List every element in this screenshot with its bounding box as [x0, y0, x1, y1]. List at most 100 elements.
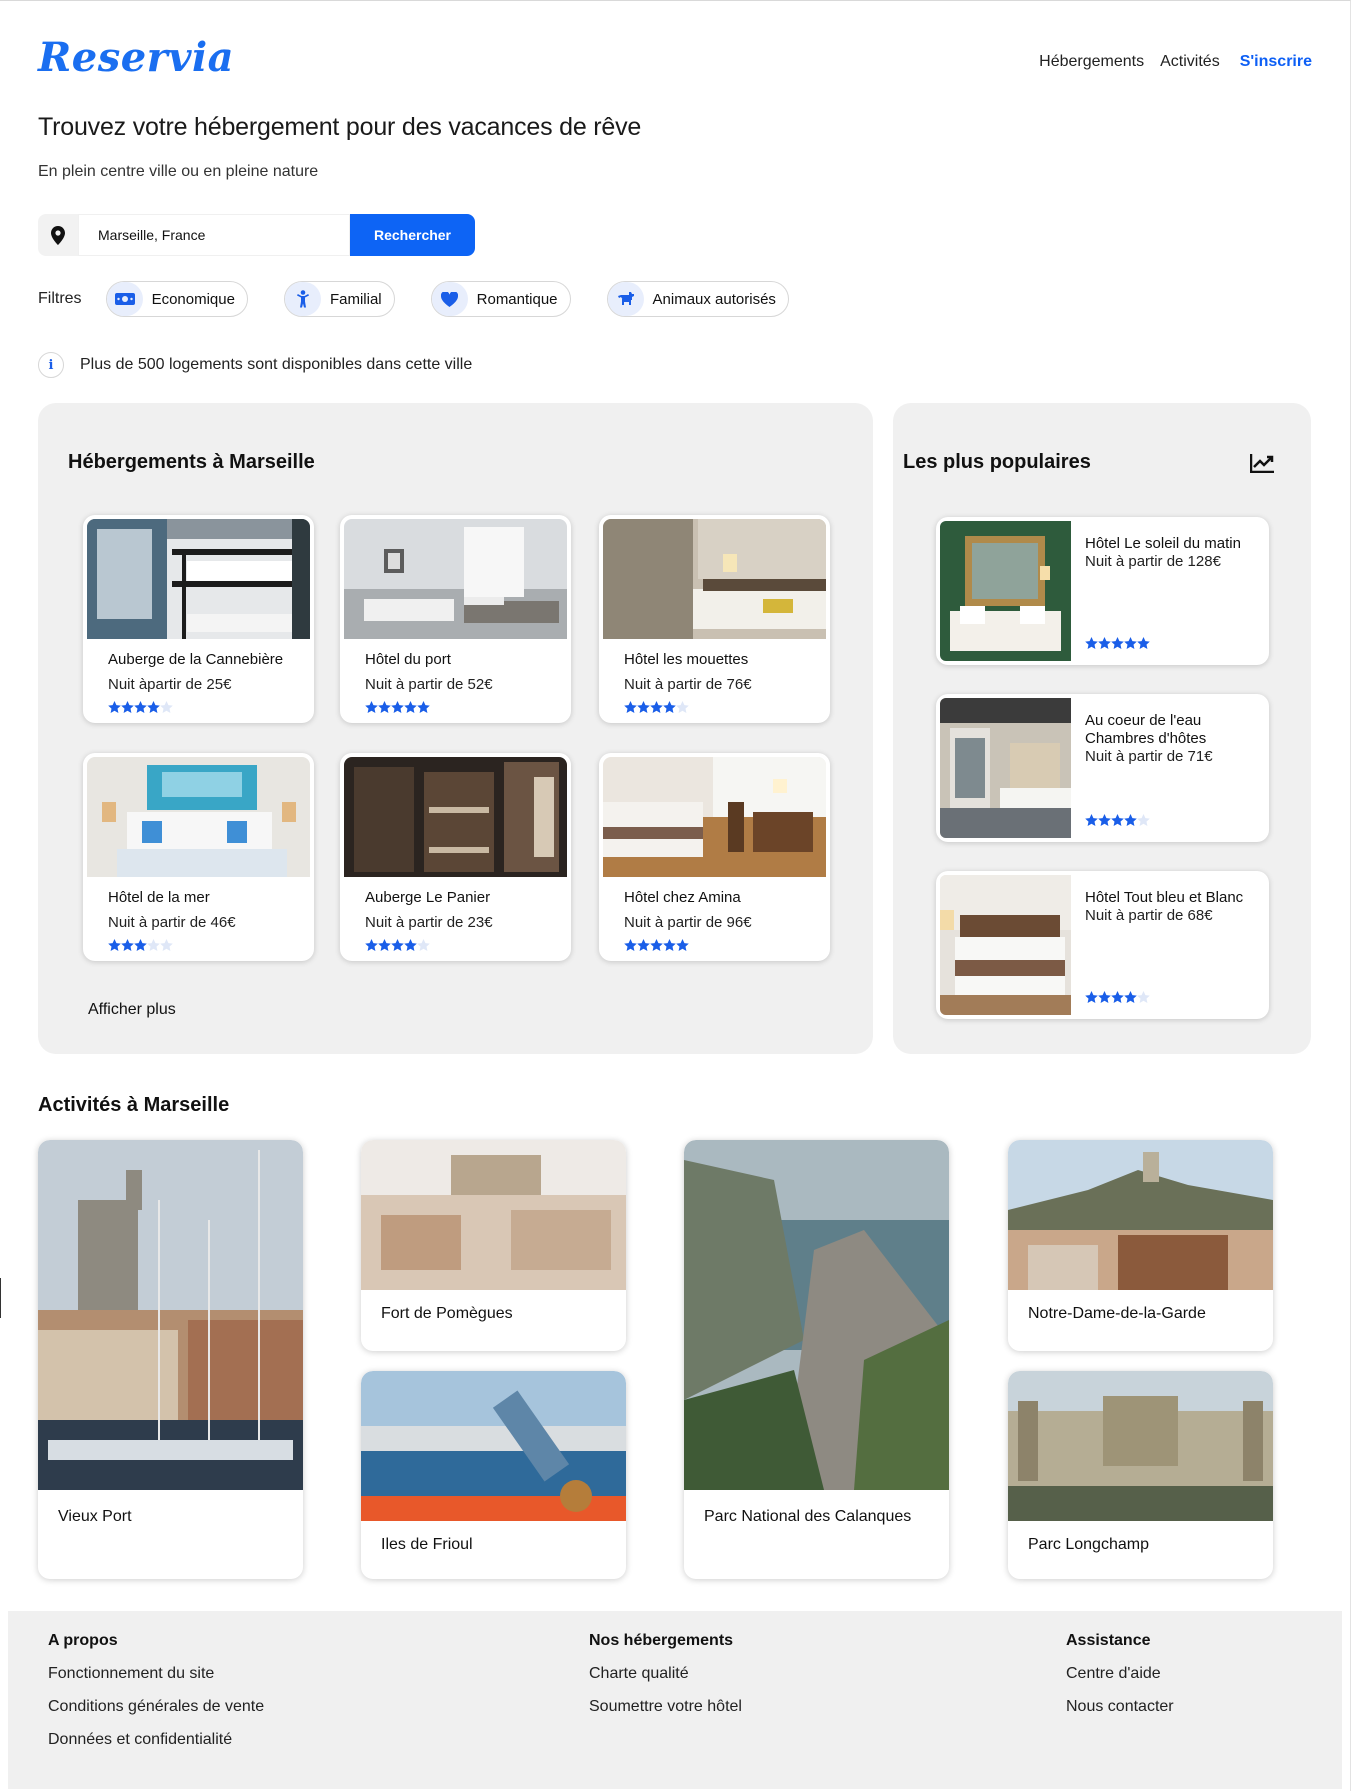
star-filled-icon [417, 701, 430, 714]
footer-link[interactable]: Soumettre votre hôtel [589, 1698, 742, 1716]
activity-card[interactable]: Parc National des Calanques [684, 1140, 949, 1579]
accommodations-panel: Hébergements à Marseille Auberge de la C… [38, 403, 873, 1054]
hotel-photo [87, 757, 310, 877]
hotel-card[interactable]: Auberge de la Cannebière Nuit àpartir de… [83, 515, 314, 723]
hotel-card[interactable]: Auberge Le Panier Nuit à partir de 23€ [340, 753, 571, 961]
footer-link[interactable]: Fonctionnement du site [48, 1665, 264, 1683]
hotel-name: Hôtel les mouettes [624, 651, 749, 668]
search-bar: Rechercher [38, 214, 475, 256]
star-filled-icon [637, 939, 650, 952]
hotel-name: Auberge Le Panier [365, 889, 491, 906]
filter-label: Economique [151, 290, 235, 308]
star-rating [1085, 814, 1150, 832]
filters-label: Filtres [38, 290, 82, 307]
footer-heading: A propos [48, 1632, 118, 1649]
activity-card[interactable]: Iles de Frioul [361, 1371, 626, 1579]
star-rating [108, 939, 173, 957]
activity-photo [1008, 1371, 1273, 1521]
hotel-card[interactable]: Hôtel chez Amina Nuit à partir de 96€ [599, 753, 830, 961]
star-rating [624, 939, 689, 957]
star-filled-icon [1124, 814, 1137, 827]
footer-link[interactable]: Charte qualité [589, 1665, 742, 1683]
star-filled-icon [108, 939, 121, 952]
hotel-photo [940, 698, 1071, 838]
page-subtitle: En plein centre ville ou en pleine natur… [38, 163, 319, 180]
popular-title: Les plus populaires [903, 451, 1091, 473]
popular-card[interactable]: Hôtel Tout bleu et Blanc Nuit à partir d… [936, 871, 1269, 1019]
star-filled-icon [1098, 637, 1111, 650]
main-nav: Hébergements Activités S'inscrire [1039, 53, 1312, 71]
star-empty-icon [676, 701, 689, 714]
filters-bar: Filtres Economique Familial Romantique A… [38, 281, 825, 317]
star-filled-icon [391, 701, 404, 714]
activity-card[interactable]: Notre-Dame-de-la-Garde [1008, 1140, 1273, 1351]
footer-link[interactable]: Nous contacter [1066, 1698, 1174, 1716]
nav-accommodations[interactable]: Hébergements [1039, 53, 1144, 71]
location-pin-icon [38, 214, 78, 256]
star-empty-icon [1137, 991, 1150, 1004]
filter-economique[interactable]: Economique [105, 281, 248, 317]
hotel-name: Hôtel Tout bleu et Blanc Nuit à partir d… [1085, 889, 1265, 925]
hotel-price: Nuit à partir de 71€ [1085, 748, 1213, 765]
star-filled-icon [676, 939, 689, 952]
star-filled-icon [1085, 814, 1098, 827]
star-empty-icon [417, 939, 430, 952]
star-filled-icon [1111, 814, 1124, 827]
search-button[interactable]: Rechercher [350, 214, 475, 256]
star-filled-icon [378, 701, 391, 714]
scroll-marker [0, 1278, 1, 1318]
child-icon [284, 282, 321, 316]
hotel-price: Nuit à partir de 46€ [108, 914, 236, 931]
star-filled-icon [134, 701, 147, 714]
filter-label: Animaux autorisés [652, 290, 776, 308]
star-filled-icon [134, 939, 147, 952]
popular-card[interactable]: Au coeur de l'eau Chambres d'hôtes Nuit … [936, 694, 1269, 842]
footer-link[interactable]: Centre d'aide [1066, 1665, 1174, 1683]
hotel-card[interactable]: Hôtel de la mer Nuit à partir de 46€ [83, 753, 314, 961]
hotel-photo [87, 519, 310, 639]
accommodations-title: Hébergements à Marseille [68, 451, 315, 473]
activity-card[interactable]: Parc Longchamp [1008, 1371, 1273, 1579]
search-input[interactable] [78, 214, 350, 256]
trending-up-icon [1249, 453, 1275, 478]
show-more-link[interactable]: Afficher plus [88, 1001, 176, 1019]
activity-label: Notre-Dame-de-la-Garde [1028, 1305, 1206, 1322]
hotel-price: Nuit à partir de 128€ [1085, 553, 1221, 570]
star-filled-icon [1124, 637, 1137, 650]
footer-col-accommodations: Nos hébergements Charte qualité Soumettr… [589, 1632, 742, 1731]
activity-photo [361, 1371, 626, 1521]
hotel-name: Hôtel chez Amina [624, 889, 741, 906]
nav-activities[interactable]: Activités [1160, 53, 1220, 71]
star-filled-icon [108, 701, 121, 714]
footer-link[interactable]: Conditions générales de vente [48, 1698, 264, 1716]
star-filled-icon [650, 939, 663, 952]
activity-label: Vieux Port [58, 1508, 132, 1525]
hotel-name: Hôtel Le soleil du matin Nuit à partir d… [1085, 535, 1265, 571]
star-filled-icon [365, 701, 378, 714]
activity-photo [38, 1140, 303, 1490]
star-empty-icon [147, 939, 160, 952]
star-filled-icon [378, 939, 391, 952]
filter-familial[interactable]: Familial [283, 281, 395, 317]
activity-card[interactable]: Fort de Pomègues [361, 1140, 626, 1351]
dog-icon [607, 282, 644, 316]
star-empty-icon [160, 701, 173, 714]
hotel-card[interactable]: Hôtel du port Nuit à partir de 52€ [340, 515, 571, 723]
star-rating [108, 701, 173, 719]
hotel-card[interactable]: Hôtel les mouettes Nuit à partir de 76€ [599, 515, 830, 723]
hotel-price: Nuit à partir de 76€ [624, 676, 752, 693]
footer-link[interactable]: Données et confidentialité [48, 1731, 264, 1749]
signup-link[interactable]: S'inscrire [1240, 53, 1312, 71]
activity-card[interactable]: Vieux Port [38, 1140, 303, 1579]
filter-animaux[interactable]: Animaux autorisés [606, 281, 789, 317]
star-filled-icon [1085, 991, 1098, 1004]
activity-photo [684, 1140, 949, 1490]
star-rating [365, 701, 430, 719]
activity-label: Parc Longchamp [1028, 1536, 1149, 1553]
filter-romantique[interactable]: Romantique [430, 281, 571, 317]
popular-card[interactable]: Hôtel Le soleil du matin Nuit à partir d… [936, 517, 1269, 665]
info-icon: i [38, 352, 64, 378]
hotel-name: Au coeur de l'eau Chambres d'hôtes Nuit … [1085, 712, 1265, 766]
logo[interactable]: Reservia [38, 34, 234, 81]
money-icon [106, 282, 143, 316]
